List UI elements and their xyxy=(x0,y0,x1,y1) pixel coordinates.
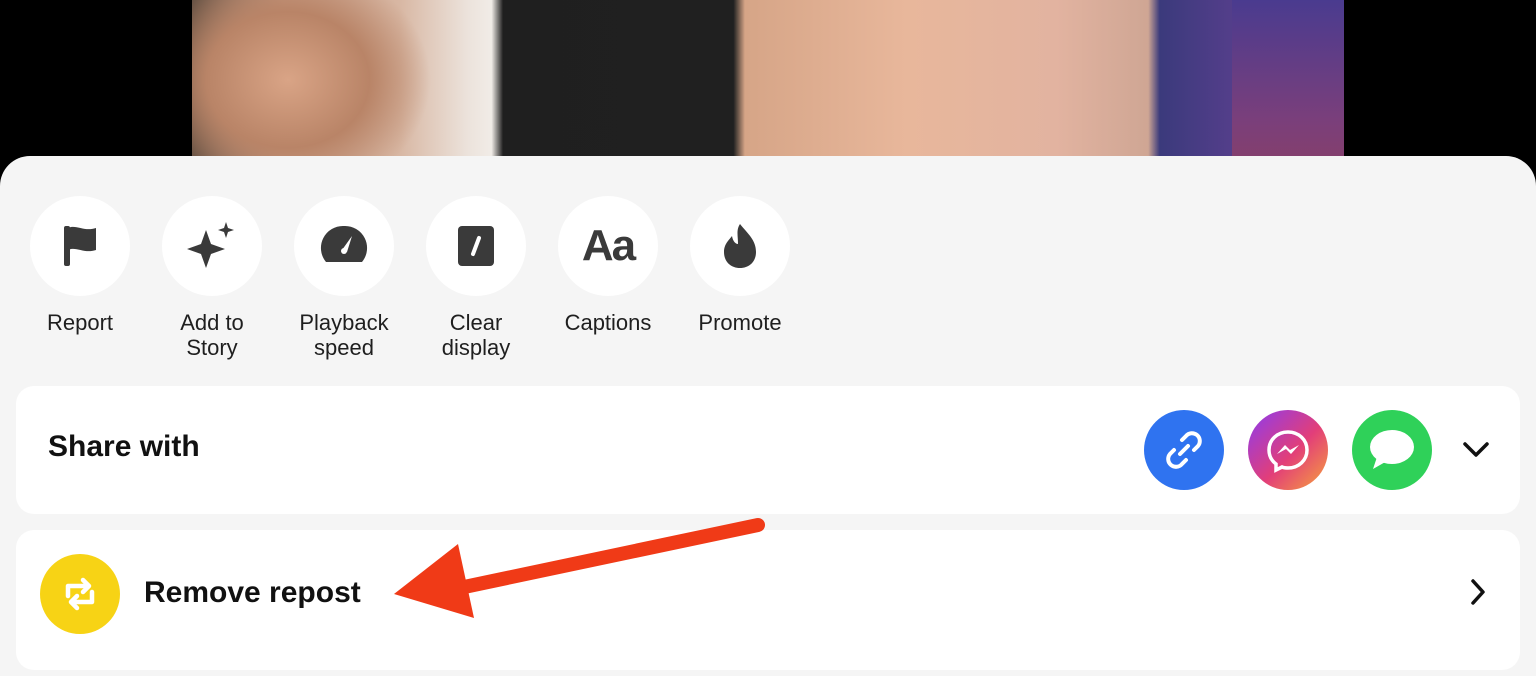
clear-display-button[interactable]: Clear display xyxy=(410,196,542,360)
messenger-icon xyxy=(1267,430,1309,473)
add-to-story-button[interactable]: Add to Story xyxy=(146,196,278,360)
messages-icon xyxy=(1370,430,1414,469)
share-with-card: Share with xyxy=(16,386,1520,514)
repost-icon-badge xyxy=(40,554,120,634)
clear-display-icon xyxy=(458,226,494,266)
repost-icon xyxy=(65,577,95,611)
remove-repost-label: Remove repost xyxy=(144,576,361,609)
messages-button[interactable] xyxy=(1352,410,1432,490)
messenger-button[interactable] xyxy=(1248,410,1328,490)
expand-share-button[interactable] xyxy=(1456,430,1496,470)
remove-repost-row[interactable]: Remove repost xyxy=(16,530,1520,670)
promote-button[interactable]: Promote xyxy=(674,196,806,335)
report-button[interactable]: Report xyxy=(14,196,146,335)
playback-speed-button[interactable]: Playback speed xyxy=(278,196,410,360)
speedometer-icon xyxy=(320,225,368,262)
flame-icon xyxy=(724,224,756,268)
share-sheet: Report Add to Story Playback speed Clear… xyxy=(0,156,1536,676)
sparkle-icon xyxy=(187,222,234,268)
captions-button[interactable]: Aa Captions xyxy=(542,196,674,335)
copy-link-button[interactable] xyxy=(1144,410,1224,490)
share-targets xyxy=(1120,410,1496,490)
share-with-title: Share with xyxy=(48,430,200,463)
chevron-right-icon xyxy=(1460,574,1496,610)
quick-actions-row: Report Add to Story Playback speed Clear… xyxy=(0,196,1536,376)
copy-link-icon xyxy=(1166,431,1202,469)
flag-icon xyxy=(64,226,96,266)
chevron-down-icon xyxy=(1463,442,1489,457)
captions-icon: Aa xyxy=(581,221,636,270)
